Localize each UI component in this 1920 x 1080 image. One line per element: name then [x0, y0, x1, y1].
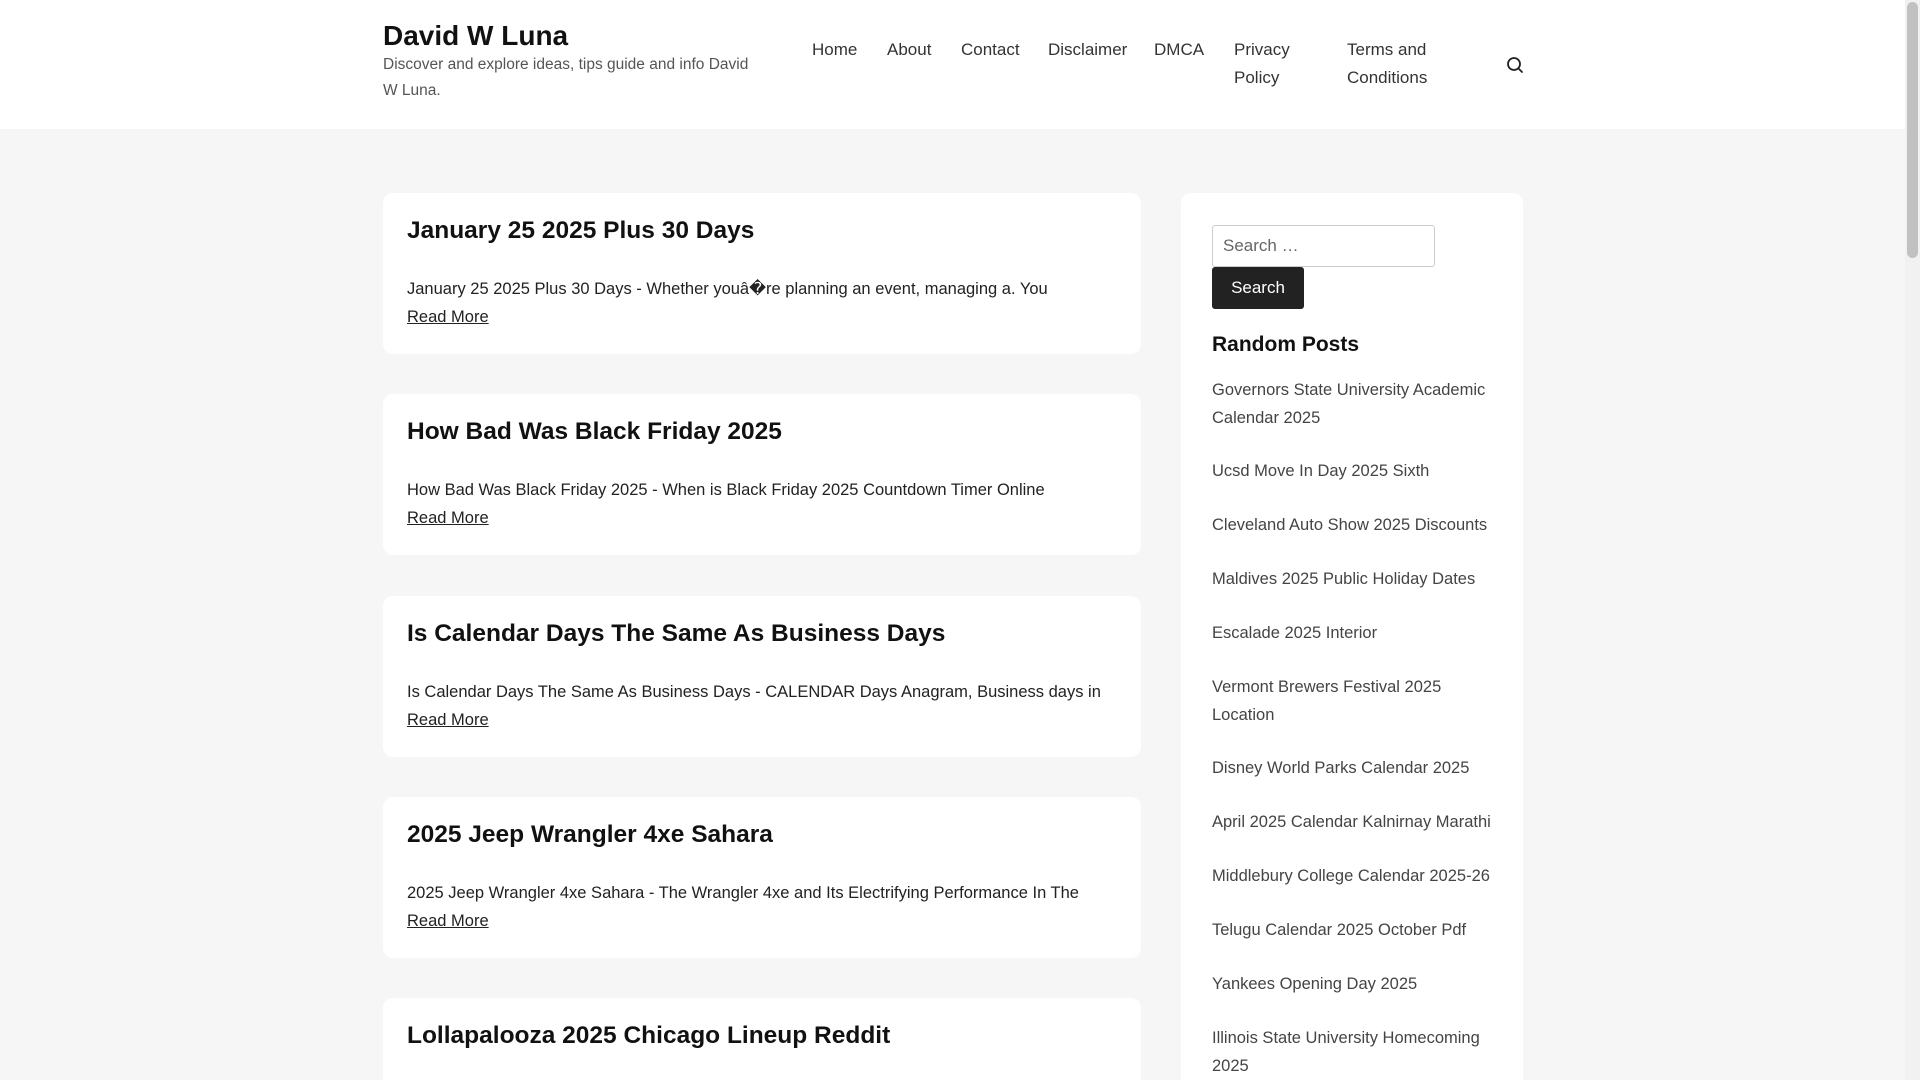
- article-title[interactable]: How Bad Was Black Friday 2025: [407, 418, 782, 446]
- site-description: Discover and explore ideas, tips guide a…: [383, 56, 749, 99]
- nav-item-about[interactable]: About: [887, 36, 931, 64]
- search-toggle-button[interactable]: [1503, 53, 1527, 77]
- article-card: Lollapalooza 2025 Chicago Lineup Reddit: [383, 998, 1141, 1080]
- random-post-link[interactable]: Ucsd Move In Day 2025 Sixth: [1212, 457, 1497, 485]
- random-post-link[interactable]: April 2025 Calendar Kalnirnay Marathi: [1212, 808, 1497, 836]
- nav-item-contact[interactable]: Contact: [961, 36, 1020, 64]
- read-more-link[interactable]: Read More: [407, 706, 489, 734]
- article-title[interactable]: 2025 Jeep Wrangler 4xe Sahara: [407, 821, 773, 849]
- article-card: 2025 Jeep Wrangler 4xe Sahara 2025 Jeep …: [383, 797, 1141, 958]
- article-title[interactable]: Lollapalooza 2025 Chicago Lineup Reddit: [407, 1022, 890, 1050]
- article-title[interactable]: January 25 2025 Plus 30 Days: [407, 217, 754, 245]
- search-icon: [1507, 57, 1523, 73]
- article-excerpt: 2025 Jeep Wrangler 4xe Sahara - The Wran…: [407, 884, 1079, 902]
- article-card: How Bad Was Black Friday 2025 How Bad Wa…: [383, 394, 1141, 555]
- random-posts-title: Random Posts: [1212, 333, 1360, 356]
- site-header: David W Luna Discover and explore ideas,…: [0, 0, 1905, 129]
- article-card: Is Calendar Days The Same As Business Da…: [383, 596, 1141, 757]
- random-post-link[interactable]: Yankees Opening Day 2025: [1212, 970, 1497, 998]
- search-button[interactable]: Search: [1212, 267, 1304, 309]
- sidebar: Search Random Posts Governors State Univ…: [1181, 193, 1523, 1080]
- read-more-link[interactable]: Read More: [407, 303, 489, 331]
- nav-item-terms-and-conditions[interactable]: Terms and Conditions: [1347, 36, 1457, 92]
- article-excerpt: How Bad Was Black Friday 2025 - When is …: [407, 481, 1045, 499]
- nav-item-disclaimer[interactable]: Disclaimer: [1048, 36, 1127, 64]
- random-post-link[interactable]: Telugu Calendar 2025 October Pdf: [1212, 916, 1497, 944]
- site-title[interactable]: David W Luna: [383, 20, 568, 52]
- random-post-link[interactable]: Cleveland Auto Show 2025 Discounts: [1212, 511, 1497, 539]
- read-more-link[interactable]: Read More: [407, 504, 489, 532]
- random-post-link[interactable]: Governors State University Academic Cale…: [1212, 376, 1497, 432]
- nav-item-dmca[interactable]: DMCA: [1154, 36, 1204, 64]
- article-excerpt: Is Calendar Days The Same As Business Da…: [407, 683, 1101, 701]
- read-more-link[interactable]: Read More: [407, 907, 489, 935]
- nav-item-home[interactable]: Home: [812, 36, 857, 64]
- article-title[interactable]: Is Calendar Days The Same As Business Da…: [407, 620, 945, 648]
- page-scrollbar-thumb[interactable]: [1907, 2, 1918, 258]
- random-post-link[interactable]: Middlebury College Calendar 2025-26: [1212, 862, 1497, 890]
- article-excerpt: January 25 2025 Plus 30 Days - Whether y…: [407, 280, 1048, 298]
- search-input[interactable]: [1212, 225, 1435, 267]
- nav-item-privacy-policy[interactable]: Privacy Policy: [1234, 36, 1324, 92]
- random-post-link[interactable]: Escalade 2025 Interior: [1212, 619, 1497, 647]
- random-post-link[interactable]: Maldives 2025 Public Holiday Dates: [1212, 565, 1497, 593]
- random-post-link[interactable]: Illinois State University Homecoming 202…: [1212, 1024, 1497, 1080]
- random-post-link[interactable]: Disney World Parks Calendar 2025: [1212, 754, 1497, 782]
- article-card: January 25 2025 Plus 30 Days January 25 …: [383, 193, 1141, 354]
- random-post-link[interactable]: Vermont Brewers Festival 2025 Location: [1212, 673, 1497, 729]
